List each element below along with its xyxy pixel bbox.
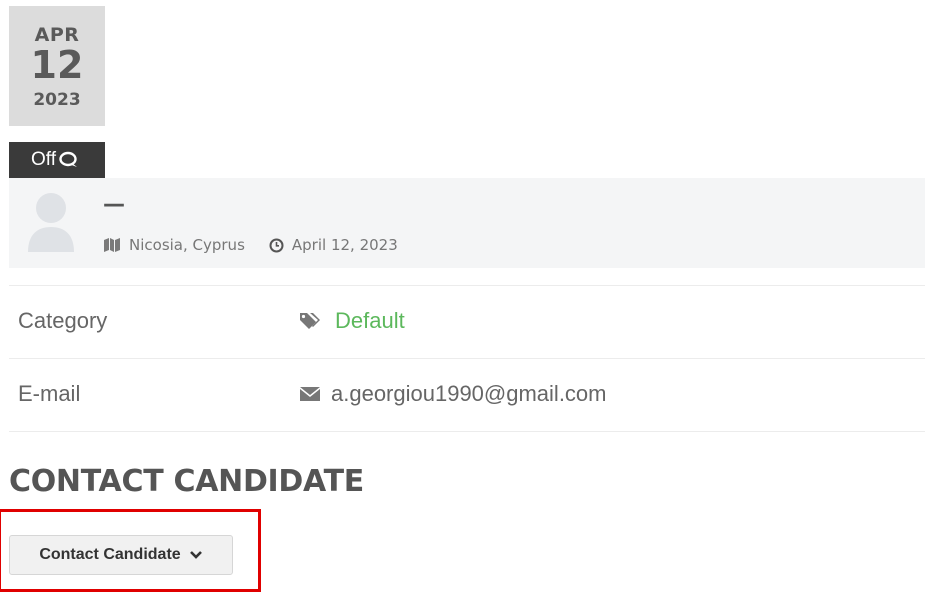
- candidate-meta: Nicosia, Cyprus April 12, 2023: [103, 236, 398, 254]
- date-day: 12: [30, 43, 84, 87]
- email-value: a.georgiou1990@gmail.com: [299, 381, 607, 407]
- candidate-page: APR 12 2023 Off — Nicosia, Cyprus April …: [0, 0, 925, 592]
- contact-section-title: CONTACT CANDIDATE: [9, 464, 364, 499]
- comments-badge[interactable]: Off: [9, 142, 105, 178]
- clock-icon: [269, 238, 284, 253]
- map-icon: [103, 237, 121, 253]
- tags-icon: [299, 311, 325, 331]
- contact-candidate-button[interactable]: Contact Candidate: [9, 535, 233, 575]
- posted-date-text: April 12, 2023: [291, 236, 398, 254]
- chevron-down-icon: [189, 551, 202, 559]
- candidate-location: Nicosia, Cyprus: [103, 236, 245, 254]
- category-row: Category Default: [9, 285, 925, 358]
- category-link[interactable]: Default: [335, 308, 405, 334]
- email-row: E-mail a.georgiou1990@gmail.com: [9, 358, 925, 432]
- user-avatar-icon: [28, 193, 74, 252]
- location-text: Nicosia, Cyprus: [129, 236, 245, 254]
- category-value: Default: [299, 308, 405, 334]
- date-year: 2023: [33, 90, 81, 110]
- post-date-box: APR 12 2023: [9, 6, 105, 126]
- envelope-icon: [299, 386, 321, 402]
- category-label: Category: [18, 308, 108, 333]
- comments-icon: [59, 151, 77, 167]
- comments-label: Off: [31, 149, 56, 170]
- email-label: E-mail: [18, 381, 81, 406]
- candidate-card: — Nicosia, Cyprus April 12, 2023: [9, 178, 925, 268]
- candidate-name[interactable]: —: [103, 192, 125, 217]
- contact-button-label: Contact Candidate: [39, 546, 181, 563]
- candidate-posted-date: April 12, 2023: [269, 236, 398, 254]
- email-text[interactable]: a.georgiou1990@gmail.com: [331, 381, 607, 407]
